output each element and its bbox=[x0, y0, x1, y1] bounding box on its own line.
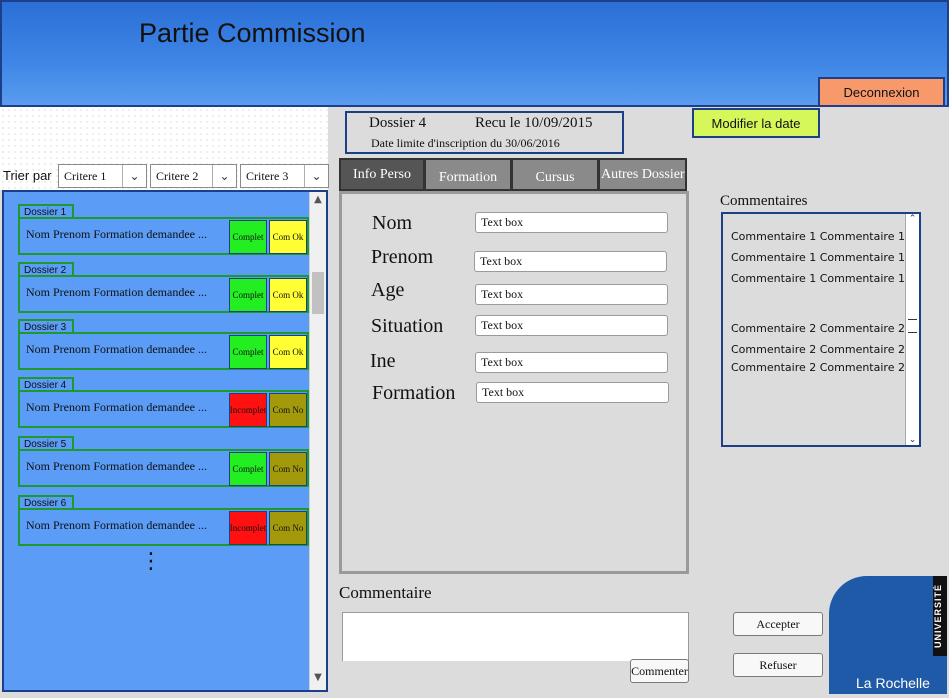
modify-date-button[interactable]: Modifier la date bbox=[692, 108, 820, 138]
commission-badge: Com No bbox=[269, 393, 307, 427]
accept-button[interactable]: Accepter bbox=[733, 612, 823, 636]
comment-line: Commentaire 2 Commentaire 2 bbox=[731, 343, 905, 356]
scroll-up-icon[interactable]: ▲ bbox=[310, 194, 326, 210]
university-logo: UNIVERSITÉ La Rochelle bbox=[829, 576, 947, 694]
dossier-row[interactable]: Nom Prenom Formation demandee ... Complet… bbox=[18, 332, 309, 370]
criteria-select-2[interactable]: Critere 2 ⌄ bbox=[150, 164, 237, 188]
comments-list[interactable]: Commentaire 1 Commentaire 1 Commentaire 1… bbox=[721, 212, 921, 447]
criteria-select-1-value: Critere 1 bbox=[64, 168, 107, 183]
chevron-down-icon: ⌄ bbox=[212, 165, 236, 187]
sort-label: Trier par bbox=[3, 168, 52, 183]
tab-formation[interactable]: Formation bbox=[424, 158, 512, 191]
chevron-down-icon: ⌄ bbox=[304, 165, 328, 187]
info-perso-panel: Nom Text box Prenom Text box Age Text box Situ… bbox=[339, 191, 689, 574]
field-label: Ine bbox=[370, 350, 396, 372]
field-input[interactable]: Text box bbox=[475, 315, 668, 336]
list-scrollbar[interactable]: ▲ ▼ bbox=[309, 192, 326, 690]
criteria-select-3[interactable]: Critere 3 ⌄ bbox=[240, 164, 329, 188]
field-input[interactable]: Text box bbox=[475, 284, 668, 305]
commission-badge: Com Ok bbox=[269, 278, 307, 312]
field-input[interactable]: Text box bbox=[474, 251, 667, 272]
logo-city-text: La Rochelle bbox=[856, 675, 930, 691]
dossier-row-info: Nom Prenom Formation demandee ... bbox=[26, 518, 207, 532]
tab-autres-dossiers[interactable]: Autres Dossiers bbox=[598, 158, 687, 191]
header-bar: Partie Commission bbox=[0, 0, 949, 107]
comments-scrollbar[interactable]: ⌃ ⌄ bbox=[905, 214, 919, 445]
page-title: Partie Commission bbox=[139, 18, 366, 48]
field-input[interactable]: Text box bbox=[475, 212, 668, 233]
deadline-date: Date limite d'inscription du 30/06/2016 bbox=[371, 136, 560, 150]
logout-button[interactable]: Deconnexion bbox=[818, 77, 945, 107]
comments-title: Commentaires bbox=[720, 193, 808, 209]
dossier-name: Dossier 4 bbox=[369, 115, 427, 131]
criteria-select-1[interactable]: Critere 1 ⌄ bbox=[58, 164, 147, 188]
dossier-row-info: Nom Prenom Formation demandee ... bbox=[26, 285, 207, 299]
dossier-row-info: Nom Prenom Formation demandee ... bbox=[26, 227, 207, 241]
dossier-row-info: Nom Prenom Formation demandee ... bbox=[26, 342, 207, 356]
comment-line: Commentaire 1 Commentaire 1 bbox=[731, 251, 905, 264]
field-input[interactable]: Text box bbox=[475, 352, 668, 373]
criteria-select-3-value: Critere 3 bbox=[246, 168, 289, 183]
comment-submit-button[interactable]: Commenter bbox=[630, 659, 689, 683]
field-label: Prenom bbox=[371, 246, 434, 268]
commission-badge: Com Ok bbox=[269, 220, 307, 254]
comment-textarea[interactable] bbox=[342, 612, 689, 661]
scroll-thumb[interactable] bbox=[312, 272, 324, 314]
scroll-down-icon[interactable]: ▼ bbox=[310, 672, 326, 688]
dossier-row[interactable]: Nom Prenom Formation demandee ... Complet… bbox=[18, 449, 309, 487]
dossier-row-info: Nom Prenom Formation demandee ... bbox=[26, 459, 207, 473]
completion-badge: Complet bbox=[229, 452, 267, 486]
chevron-down-icon[interactable]: ⌄ bbox=[906, 435, 919, 445]
scroll-thumb-grip[interactable] bbox=[908, 319, 917, 333]
field-label: Age bbox=[371, 279, 405, 301]
dossier-info-box: Dossier 4 Recu le 10/09/2015 Date limite… bbox=[345, 111, 624, 154]
dossier-row[interactable]: Nom Prenom Formation demandee ... Incompl… bbox=[18, 508, 309, 546]
comment-line: Commentaire 2 Commentaire 2 bbox=[731, 322, 905, 335]
commission-badge: Com No bbox=[269, 511, 307, 545]
completion-badge: Incomplet bbox=[229, 393, 267, 427]
commission-badge: Com Ok bbox=[269, 335, 307, 369]
received-date: Recu le 10/09/2015 bbox=[475, 115, 593, 131]
comment-label: Commentaire bbox=[339, 583, 432, 602]
commission-badge: Com No bbox=[269, 452, 307, 486]
dossier-list[interactable]: Dossier 1 Nom Prenom Formation demandee .… bbox=[2, 190, 328, 692]
chevron-down-icon: ⌄ bbox=[122, 165, 146, 187]
dossier-row[interactable]: Nom Prenom Formation demandee ... Complet… bbox=[18, 275, 309, 313]
tab-cursus[interactable]: Cursus bbox=[511, 158, 599, 191]
refuse-button[interactable]: Refuser bbox=[733, 653, 823, 677]
completion-badge: Complet bbox=[229, 335, 267, 369]
field-label: Formation bbox=[372, 382, 456, 404]
completion-badge: Incomplet bbox=[229, 511, 267, 545]
field-label: Nom bbox=[372, 212, 412, 234]
comment-line: Commentaire 1 Commentaire 1 bbox=[731, 230, 905, 243]
more-dots-icon: ⋮ bbox=[140, 549, 162, 574]
dossier-row-info: Nom Prenom Formation demandee ... bbox=[26, 400, 207, 414]
dossier-row[interactable]: Nom Prenom Formation demandee ... Complet… bbox=[18, 217, 309, 255]
completion-badge: Complet bbox=[229, 220, 267, 254]
dossier-row[interactable]: Nom Prenom Formation demandee ... Incompl… bbox=[18, 390, 309, 428]
chevron-up-icon[interactable]: ⌃ bbox=[906, 214, 919, 224]
completion-badge: Complet bbox=[229, 278, 267, 312]
logo-university-text: UNIVERSITÉ bbox=[933, 576, 947, 656]
comment-line: Commentaire 1 Commentaire 1 bbox=[731, 272, 905, 285]
criteria-select-2-value: Critere 2 bbox=[156, 168, 199, 183]
field-input[interactable]: Text box bbox=[476, 382, 669, 403]
comment-line: Commentaire 2 Commentaire 2 bbox=[731, 361, 905, 374]
field-label: Situation bbox=[371, 315, 444, 337]
tab-info-perso[interactable]: Info Perso bbox=[339, 158, 425, 191]
